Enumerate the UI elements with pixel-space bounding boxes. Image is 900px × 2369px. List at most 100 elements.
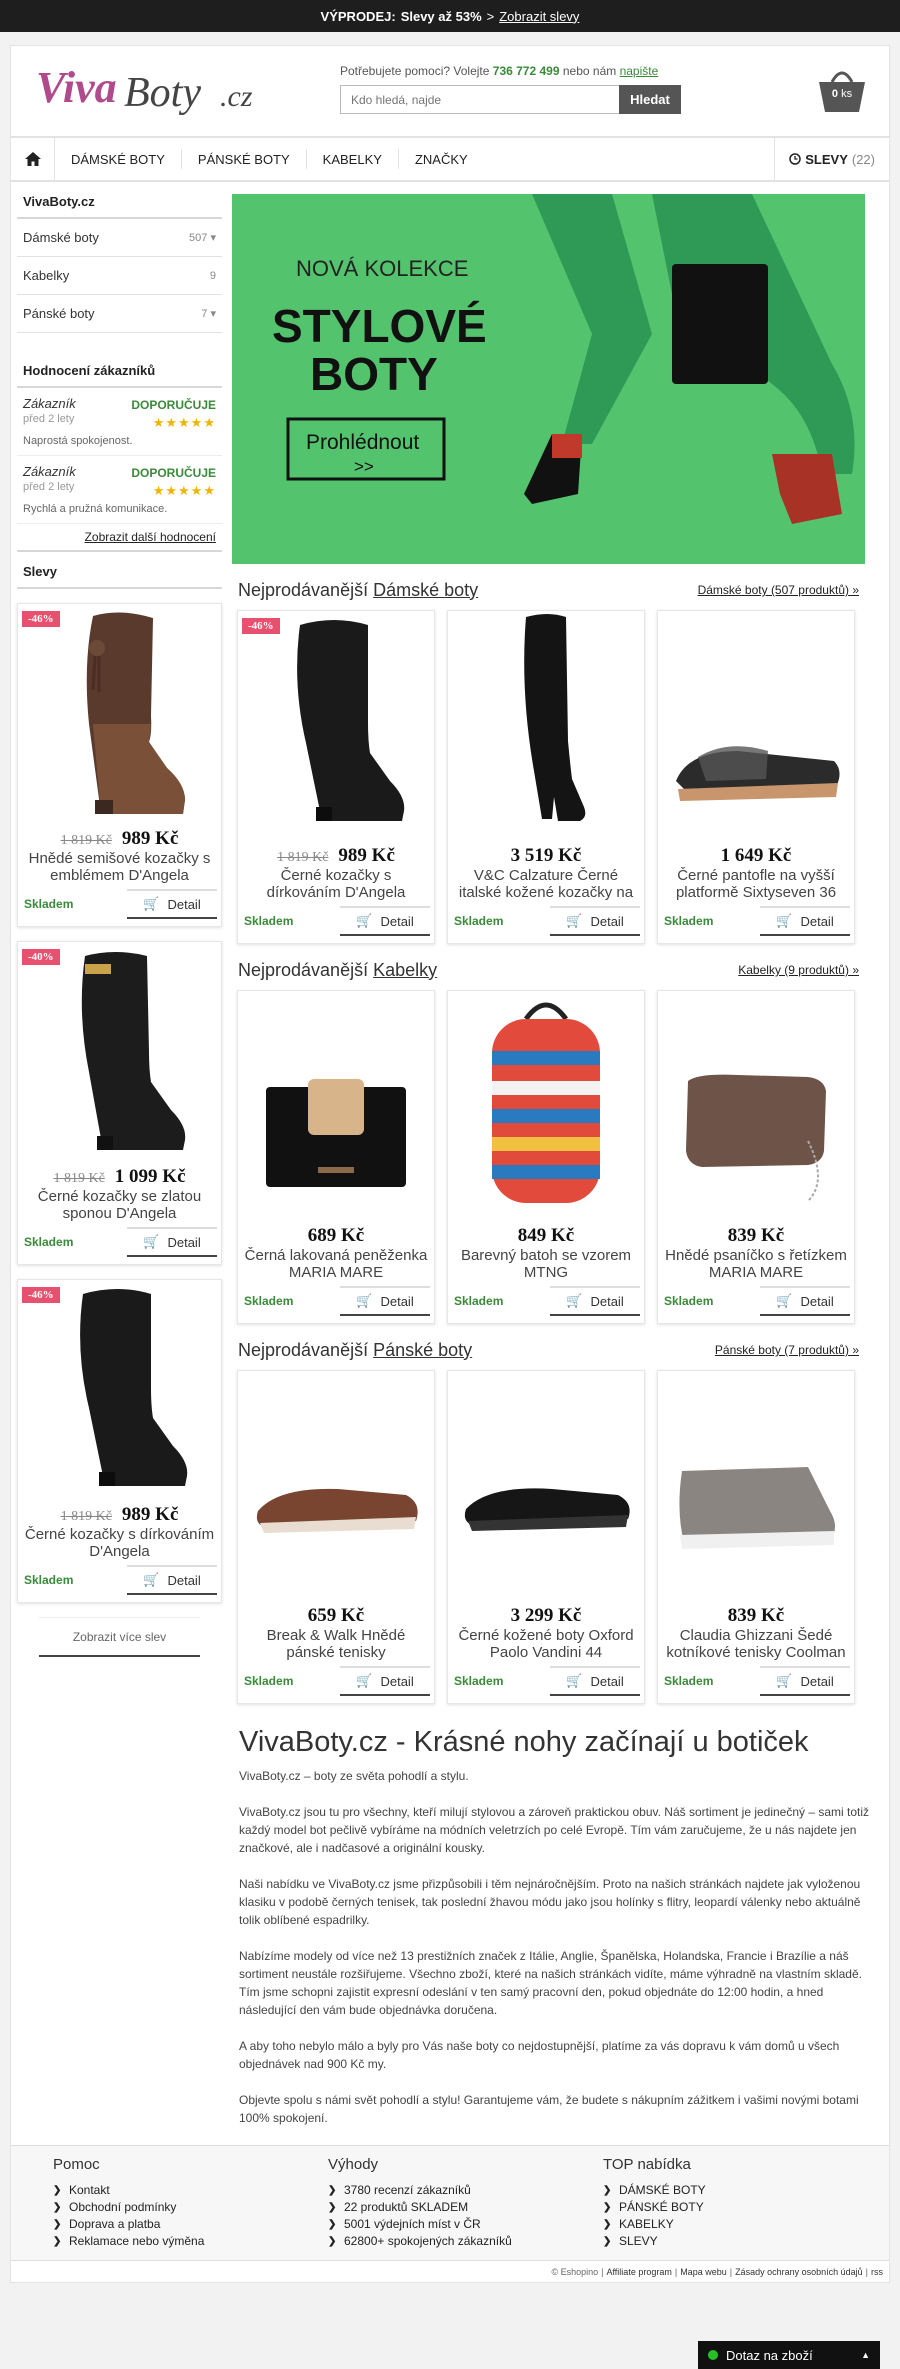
product-name[interactable]: Černé kozačky s dírkováním D'Angela <box>238 867 434 901</box>
product-name[interactable]: Černá lakovaná peněženka MARIA MARE <box>238 1247 434 1281</box>
promo-text: Slevy až 53% <box>400 8 482 24</box>
promo-link[interactable]: Zobrazit slevy <box>499 9 579 24</box>
sidebar-category[interactable]: Pánské boty 7 ▾ <box>17 295 222 333</box>
detail-button[interactable]: 🛒 Detail <box>550 1286 640 1316</box>
detail-button[interactable]: 🛒 Detail <box>340 1286 430 1316</box>
product-card[interactable]: 1 649 Kč Černé pantofle na vyšší platfor… <box>657 610 855 944</box>
promo-banner[interactable]: NOVÁ KOLEKCE STYLOVÉ BOTY Prohlédnout >> <box>232 194 865 564</box>
product-name[interactable]: Hnědé psaníčko s řetízkem MARIA MARE <box>658 1247 854 1281</box>
site-logo[interactable]: Viva Boty .cz <box>36 60 296 120</box>
category-label: Dámské boty <box>23 230 99 245</box>
sitemap-link[interactable]: Mapa webu <box>680 2267 727 2277</box>
detail-button[interactable]: 🛒 Detail <box>127 1227 217 1257</box>
new-price: 839 Kč <box>727 1225 785 1246</box>
nav-item-znacky[interactable]: ZNAČKY <box>399 149 484 169</box>
product-card[interactable]: 839 Kč Hnědé psaníčko s řetízkem MARIA M… <box>657 990 855 1324</box>
product-card[interactable]: 689 Kč Černá lakovaná peněženka MARIA MA… <box>237 990 435 1324</box>
product-name[interactable]: V&C Calzature Černé italské kožené kozač… <box>448 867 644 901</box>
section-title-link[interactable]: Dámské boty <box>373 580 478 600</box>
search-input[interactable] <box>340 85 619 114</box>
section-title-link[interactable]: Pánské boty <box>373 1340 472 1360</box>
product-card[interactable]: 849 Kč Barevný batoh se vzorem MTNG Skla… <box>447 990 645 1324</box>
write-us-link[interactable]: napište <box>620 64 659 78</box>
chevron-right-icon: ❯ <box>603 2218 612 2230</box>
rss-link[interactable]: rss <box>871 2267 883 2277</box>
privacy-link[interactable]: Zásady ochrany osobních údajů <box>735 2267 863 2277</box>
chevron-down-icon: ▾ <box>210 308 216 320</box>
chat-widget[interactable]: Dotaz na zboží ▲ <box>698 2341 880 2369</box>
detail-button[interactable]: 🛒 Detail <box>340 1666 430 1696</box>
detail-button[interactable]: 🛒 Detail <box>127 1565 217 1595</box>
detail-button[interactable]: 🛒 Detail <box>340 906 430 936</box>
footer-link[interactable]: ❯ Doprava a platba <box>53 2217 328 2231</box>
section-handbags: Nejprodávanější Kabelky Kabelky (9 produ… <box>232 958 865 1324</box>
discount-badge: -40% <box>22 949 60 965</box>
detail-button[interactable]: 🛒 Detail <box>760 906 850 936</box>
promo-bar: VÝPRODEJ: Slevy až 53% > Zobrazit slevy <box>0 0 900 32</box>
footer-link[interactable]: ❯ KABELKY <box>603 2217 878 2231</box>
product-name[interactable]: Černé kozačky s dírkováním D'Angela <box>18 1526 221 1560</box>
footer-link[interactable]: ❯ 22 produktů SKLADEM <box>328 2200 603 2214</box>
sidebar-title: VivaBoty.cz <box>17 182 222 219</box>
show-more-sales-button[interactable]: Zobrazit více slev <box>39 1617 200 1657</box>
section-more-link[interactable]: Dámské boty (507 produktů) » <box>698 583 859 597</box>
section-title: Nejprodávanější Dámské boty <box>238 579 479 600</box>
nav-sale-link[interactable]: SLEVY (22) <box>774 137 889 181</box>
sidebar-category[interactable]: Kabelky 9 <box>17 257 222 295</box>
product-grid: 659 Kč Break & Walk Hnědé pánské tenisky… <box>232 1370 865 1704</box>
stock-status: Skladem <box>244 1674 294 1688</box>
product-card[interactable]: -46% 1 819 Kč 989 Kč Hnědé semišové kozač… <box>17 603 222 927</box>
detail-button[interactable]: 🛒 Detail <box>550 1666 640 1696</box>
section-header: Nejprodávanější Kabelky Kabelky (9 produ… <box>232 958 865 982</box>
product-card[interactable]: -46% 1 819 Kč 989 Kč Černé kozačky s dírk… <box>17 1279 222 1603</box>
footer-link[interactable]: ❯ Reklamace nebo výměna <box>53 2234 328 2248</box>
product-name[interactable]: Claudia Ghizzani Šedé kotníkové tenisky … <box>658 1627 854 1661</box>
home-link[interactable] <box>11 137 55 181</box>
chevron-right-icon: ❯ <box>53 2218 62 2230</box>
product-name[interactable]: Černé pantofle na vyšší platformě Sixtys… <box>658 867 854 901</box>
section-more-link[interactable]: Kabelky (9 produktů) » <box>738 963 859 977</box>
footer-link[interactable]: ❯ 5001 výdejních míst v ČR <box>328 2217 603 2231</box>
product-card[interactable]: -40% 1 819 Kč 1 099 Kč Černé kozačky se z… <box>17 941 222 1265</box>
phone-number[interactable]: 736 772 499 <box>493 64 560 78</box>
nav-item-kabelky[interactable]: KABELKY <box>307 149 399 169</box>
footer-link[interactable]: ❯ SLEVY <box>603 2234 878 2248</box>
detail-button[interactable]: 🛒 Detail <box>760 1666 850 1696</box>
cart-icon: 🛒 <box>776 1673 793 1688</box>
nav-item-panske-boty[interactable]: PÁNSKÉ BOTY <box>182 149 307 169</box>
product-price: 1 649 Kč <box>658 845 854 867</box>
cart-count: 0 ks <box>831 88 853 100</box>
footer-link[interactable]: ❯ PÁNSKÉ BOTY <box>603 2200 878 2214</box>
product-card[interactable]: 3 519 Kč V&C Calzature Černé italské kož… <box>447 610 645 944</box>
footer-link[interactable]: ❯ DÁMSKÉ BOTY <box>603 2183 878 2197</box>
footer-link[interactable]: ❯ 62800+ spokojených zákazníků <box>328 2234 603 2248</box>
footer-link[interactable]: ❯ Obchodní podmínky <box>53 2200 328 2214</box>
product-card[interactable]: 839 Kč Claudia Ghizzani Šedé kotníkové t… <box>657 1370 855 1704</box>
section-title-link[interactable]: Kabelky <box>373 960 437 980</box>
product-card[interactable]: 3 299 Kč Černé kožené boty Oxford Paolo … <box>447 1370 645 1704</box>
more-reviews-link[interactable]: Zobrazit další hodnocení <box>17 524 222 552</box>
about-paragraph: Naši nabídku ve VivaBoty.cz jsme přizpůs… <box>239 1877 861 1927</box>
detail-button[interactable]: 🛒 Detail <box>550 906 640 936</box>
search-button[interactable]: Hledat <box>619 85 681 114</box>
footer-link[interactable]: ❯ Kontakt <box>53 2183 328 2197</box>
product-name[interactable]: Černé kozačky se zlatou sponou D'Angela <box>18 1188 221 1222</box>
product-image <box>297 620 405 821</box>
product-name[interactable]: Hnědé semišové kozačky s emblémem D'Ange… <box>18 850 221 884</box>
detail-button[interactable]: 🛒 Detail <box>760 1286 850 1316</box>
sidebar-category[interactable]: Dámské boty 507 ▾ <box>17 219 222 257</box>
product-image <box>86 612 185 814</box>
nav-item-damske-boty[interactable]: DÁMSKÉ BOTY <box>55 149 182 169</box>
product-card[interactable]: 659 Kč Break & Walk Hnědé pánské tenisky… <box>237 1370 435 1704</box>
affiliate-link[interactable]: Affiliate program <box>606 2267 671 2277</box>
cart-button[interactable]: 0 ks <box>815 60 869 116</box>
product-price: 659 Kč <box>238 1605 434 1627</box>
detail-button[interactable]: 🛒 Detail <box>127 889 217 919</box>
product-name[interactable]: Break & Walk Hnědé pánské tenisky <box>238 1627 434 1661</box>
cart-icon: 🛒 <box>143 896 160 911</box>
product-name[interactable]: Černé kožené boty Oxford Paolo Vandini 4… <box>448 1627 644 1661</box>
section-more-link[interactable]: Pánské boty (7 produktů) » <box>715 1343 859 1357</box>
footer-link[interactable]: ❯ 3780 recenzí zákazníků <box>328 2183 603 2197</box>
product-card[interactable]: -46% 1 819 Kč 989 Kč Černé kozačky s dírk… <box>237 610 435 944</box>
product-name[interactable]: Barevný batoh se vzorem MTNG <box>448 1247 644 1281</box>
